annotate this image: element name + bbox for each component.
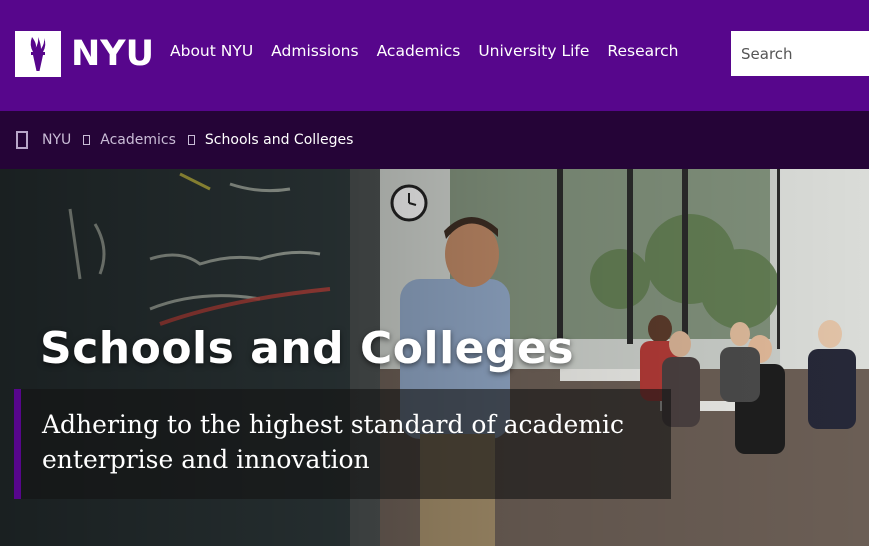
nav-about-nyu[interactable]: About NYU — [170, 42, 253, 60]
home-icon[interactable] — [16, 131, 28, 149]
site-header: NYU About NYU Admissions Academics Unive… — [0, 0, 869, 111]
breadcrumb-current: Schools and Colleges — [204, 132, 354, 148]
nav-university-life[interactable]: University Life — [478, 42, 589, 60]
hero-subtitle: Adhering to the highest standard of acad… — [42, 410, 624, 474]
search-input[interactable] — [731, 31, 869, 76]
breadcrumb-separator-icon — [83, 135, 91, 145]
nyu-logo[interactable]: NYU — [15, 31, 154, 77]
page-title: Schools and Colleges — [40, 323, 575, 374]
breadcrumb-separator-icon — [187, 135, 195, 145]
hero-banner: Schools and Colleges Adhering to the hig… — [0, 169, 869, 546]
nav-academics[interactable]: Academics — [377, 42, 461, 60]
hero-subtitle-box: Adhering to the highest standard of acad… — [14, 389, 671, 499]
main-nav: About NYU Admissions Academics Universit… — [170, 42, 697, 60]
breadcrumb-nyu[interactable]: NYU — [42, 132, 71, 148]
nav-research[interactable]: Research — [607, 42, 678, 60]
breadcrumb: NYU Academics Schools and Colleges — [0, 111, 869, 169]
torch-icon — [15, 31, 61, 77]
breadcrumb-academics[interactable]: Academics — [100, 132, 176, 148]
logo-wordmark: NYU — [71, 34, 155, 74]
nav-admissions[interactable]: Admissions — [271, 42, 358, 60]
